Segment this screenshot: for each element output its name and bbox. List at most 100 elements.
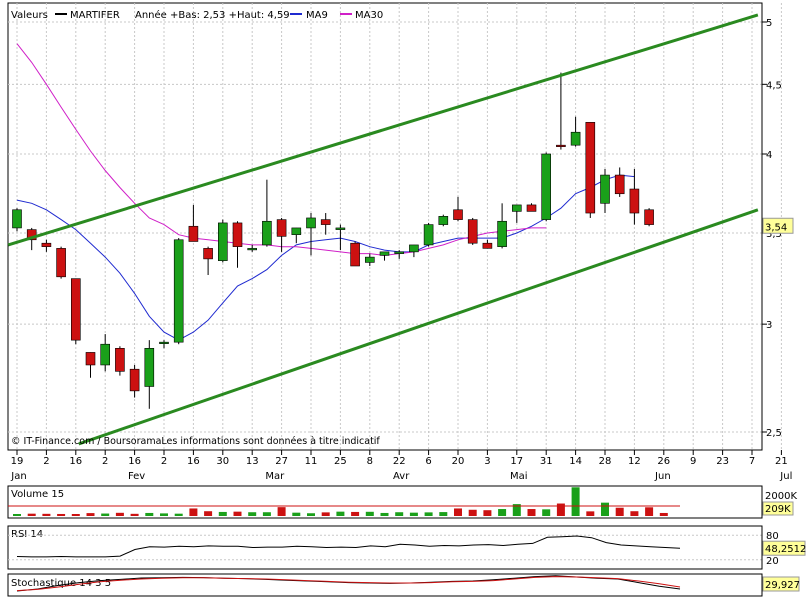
stoch-last-label: 29,927 [765,580,800,591]
volume-bar [365,511,374,516]
price-y-axis: 54,543,532,53,54 [761,3,794,450]
volume-bar [630,511,639,516]
candle-body [379,251,390,256]
candle-body [173,239,184,343]
volume-bar [454,508,462,516]
x-month-label: Jun [654,471,671,482]
volume-bar [321,512,330,516]
legend-ma9: MA9 [306,10,328,21]
volume-bar [262,512,271,516]
candle-body [497,220,507,247]
copyright-text: © IT-Finance.com / BoursoramaLes informa… [11,436,380,447]
candle-body [585,122,596,214]
y-tick-label: 2,5 [766,428,782,439]
stoch-panel-frame [7,573,763,597]
candle-body [218,222,228,261]
volume-bar [115,512,124,516]
volume-bar [659,512,668,516]
candle-body [100,343,110,366]
candle-body [482,242,493,249]
volume-bar [601,502,609,516]
candle-body [453,209,463,220]
x-day-label: 27 [275,456,288,467]
volume-bar [13,514,21,516]
volume-bar [468,509,477,516]
x-day-label: 3 [484,456,490,467]
volume-bar [130,513,139,516]
x-day-label: 31 [540,456,553,467]
x-day-label: 9 [690,456,696,467]
x-day-label: 17 [510,456,523,467]
date-x-axis: 19 2 16 2 16 2 16 30 13 27 11 25 8 22 6 20 3 17 31 14 28 12 26… [8,449,792,482]
volume-bar [645,507,654,516]
candle-body [467,219,478,244]
candle-body [144,348,155,387]
legend-name: MARTIFER [70,10,120,21]
x-month-label: Mar [265,471,285,482]
volume-bar [277,507,286,516]
volume-title: Volume 15 [11,489,64,500]
candle-body [56,248,66,278]
x-day-label: 2 [43,456,49,467]
volume-bar [424,512,433,516]
candle-body [409,244,419,253]
candle-body [644,209,654,225]
volume-bar [160,513,168,516]
rsi-last-label: 48,2512 [765,544,806,555]
candle-body [276,219,287,237]
volume-tick-label: 2000K [765,491,797,502]
candle-body [129,368,140,392]
candle-body [188,225,199,242]
volume-bar [145,512,154,516]
y-tick-label: 4,5 [766,80,782,91]
candle-body [12,209,22,229]
x-day-label: 2 [161,456,167,467]
rsi-tick-label: 80 [766,531,779,542]
volume-bar [233,511,242,516]
candle-body [262,220,272,246]
volume-bar [101,513,110,516]
volume-bar [248,512,257,516]
candle-body [306,217,316,229]
x-day-label: 14 [569,456,582,467]
candle-body [320,219,331,225]
volume-bar [527,509,536,516]
candle-body [232,222,243,247]
stoch-title: Stochastique 14 3 5 [11,578,111,589]
candle-body [614,174,625,195]
candle-body [570,131,581,146]
candle-body [159,341,169,344]
volume-bar [571,487,580,516]
last-price-label: 3,54 [765,222,787,233]
candle-body [438,216,449,225]
volume-bar [86,513,95,516]
candle-body [71,278,81,341]
candle-body [203,248,213,260]
candle-body [350,242,360,267]
legend-info: Année +Bas: 2,53 +Haut: 4,59 [135,9,290,21]
volume-bar [395,512,404,516]
volume-bar [498,509,507,516]
x-month-label: Mai [510,471,528,482]
x-day-label: 12 [628,456,641,467]
volume-bar [615,507,624,516]
candle-body [115,348,125,372]
x-day-label: 11 [305,456,318,467]
candle-body [335,227,346,230]
volume-bar [292,512,301,516]
candle-body [247,248,257,251]
volume-bar [542,509,551,516]
price-panel-frame [7,2,763,451]
x-day-label: 2 [102,456,108,467]
volume-bar [27,513,36,516]
legend-label: Valeurs [11,10,48,21]
candle-body [41,242,52,247]
volume-bar [556,503,565,516]
rsi-title: RSI 14 [11,529,43,540]
candle-body [556,144,566,147]
volume-bar [218,511,227,516]
x-month-label: Jan [10,471,26,482]
x-day-label: 13 [246,456,259,467]
candle-body [629,188,640,214]
x-day-label: 26 [657,456,670,467]
